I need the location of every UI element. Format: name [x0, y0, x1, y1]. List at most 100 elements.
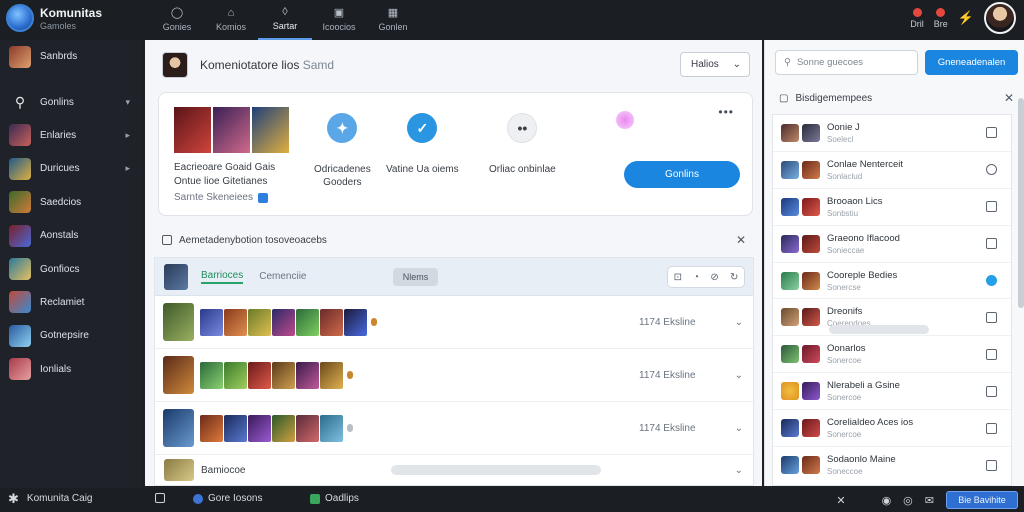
- tab-barrioces[interactable]: Barrioces: [201, 270, 244, 284]
- nav-item-gonies[interactable]: ◯ Gonies: [150, 0, 204, 40]
- game-thumbnail[interactable]: [174, 107, 211, 153]
- bottom-checkbox[interactable]: [155, 493, 165, 503]
- bottom-brand[interactable]: ✱ Komunita Caig: [8, 492, 93, 505]
- featured-label-line2: Ontue lioe Gitetianes: [174, 176, 268, 187]
- primary-action-button[interactable]: Gneneadenalen: [925, 50, 1018, 75]
- lock-icon[interactable]: ⊡: [674, 272, 682, 283]
- page-title-text: Komeniotatore lios: [200, 58, 300, 72]
- sidebar-item-saedcios[interactable]: Saedcios: [0, 186, 142, 219]
- checkbox[interactable]: [986, 311, 997, 323]
- bottom-item-gore[interactable]: Gore Iosons: [193, 493, 262, 504]
- right-panel: ⚲ Sonne guecoes Gneneadenalen ▢ Bisdigeme…: [764, 40, 1024, 486]
- sidebar-item-duricues[interactable]: Duricues ▸: [0, 152, 142, 185]
- search-input[interactable]: ⚲ Sonne guecoes: [775, 50, 918, 75]
- more-icon[interactable]: •••: [718, 105, 734, 119]
- chevron-down-icon[interactable]: ⌄: [735, 317, 743, 328]
- feature-vatine[interactable]: ✓ Vatine Ua oiems: [386, 113, 459, 176]
- list-item[interactable]: Dreonifs Coerendoes: [773, 299, 1011, 337]
- list-item[interactable]: Bamiocoe ⌄: [155, 455, 753, 485]
- list-item[interactable]: Brooaon Lics Sonbstiu: [773, 189, 1011, 226]
- game-thumbnail[interactable]: [252, 107, 289, 153]
- sidebar-item-gotnepsire[interactable]: Gotnepsire: [0, 319, 142, 352]
- settings-icon[interactable]: ◉: [882, 494, 892, 507]
- checkbox[interactable]: [986, 459, 997, 471]
- nav-item-sartar[interactable]: ◊ Sartar: [258, 0, 312, 40]
- scrollbar[interactable]: [1018, 98, 1024, 308]
- item-name: Brooaon Lics: [827, 195, 883, 207]
- refresh-icon[interactable]: ↻: [730, 272, 738, 283]
- list-item[interactable]: Oonarlos Sonercoe: [773, 336, 1011, 374]
- user-avatar[interactable]: [984, 2, 1016, 34]
- nav-item-gonlen[interactable]: ▦ Gonlen: [366, 0, 420, 40]
- tab-cemenciie[interactable]: Cemenciie: [259, 271, 306, 282]
- list-item[interactable]: 1174 Eksline ⌄: [155, 402, 753, 455]
- puzzle-icon: ✦: [327, 113, 358, 143]
- sidebar-item-aonstals[interactable]: Aonstals: [0, 219, 142, 252]
- item-name: Conlae Nenterceit: [827, 158, 904, 170]
- sidebar-item-ionlials[interactable]: Ionlials: [0, 353, 142, 386]
- checkbox[interactable]: [986, 127, 997, 139]
- bottom-action-button[interactable]: Bie Bavihite: [946, 491, 1018, 509]
- close-icon[interactable]: ✕: [836, 494, 845, 507]
- chevron-down-icon[interactable]: ⌄: [735, 370, 743, 381]
- game-thumbnail: [9, 324, 31, 347]
- list-header: Barrioces Cemenciie Nlems ⊡ ◔ ⊘ ↻: [155, 258, 753, 296]
- lightning-icon[interactable]: ⚡: [958, 10, 974, 26]
- checkbox[interactable]: [986, 385, 997, 397]
- join-button[interactable]: Gonlins: [624, 161, 740, 188]
- game-thumbnail: [163, 356, 194, 394]
- list-item[interactable]: 1174 Eksline ⌄: [155, 296, 753, 349]
- close-icon[interactable]: ✕: [736, 233, 746, 247]
- list-item[interactable]: 1174 Eksline ⌄: [155, 349, 753, 402]
- chevron-down-icon[interactable]: ⌄: [735, 465, 743, 476]
- bottom-item-label: Oadlips: [325, 493, 359, 504]
- filter-select[interactable]: Halios ⌄: [680, 52, 750, 77]
- list-item[interactable]: Corelialdeo Aces ios Sonercoe: [773, 410, 1011, 448]
- help-icon[interactable]: ◎: [903, 494, 913, 507]
- messages-button[interactable]: Bre: [934, 7, 948, 29]
- activity-list: Barrioces Cemenciie Nlems ⊡ ◔ ⊘ ↻ 1174 E…: [154, 257, 754, 486]
- bottom-item-oadlips[interactable]: Oadlips: [310, 493, 359, 504]
- sidebar-item-gonlins[interactable]: ⚲ Gonlins ▾: [0, 85, 142, 118]
- sidebar-item-reclamiet[interactable]: Reclamiet: [0, 286, 142, 319]
- sidebar-item-label: Aonstals: [40, 230, 79, 242]
- feature-odricadenes[interactable]: ✦ Odricadenes Gooders: [314, 113, 371, 189]
- chevron-down-icon[interactable]: ⌄: [735, 423, 743, 434]
- item-sub: Sonieccae: [827, 245, 865, 255]
- nav-item-komios[interactable]: ⌂ Komios: [204, 0, 258, 40]
- list-item[interactable]: Cooreple Bedies Sonercse: [773, 263, 1011, 300]
- list-item[interactable]: Graeono Iflacood Sonieccae: [773, 226, 1011, 263]
- shield-icon: ◊: [282, 6, 288, 18]
- radio[interactable]: [986, 164, 997, 176]
- clock-icon[interactable]: ◔: [693, 272, 699, 283]
- sidebar-item-enlaries[interactable]: Enlaries ▸: [0, 119, 142, 152]
- sidebar-item-sanbrds[interactable]: Sanbrds: [0, 40, 142, 73]
- game-thumbnail[interactable]: [213, 107, 250, 153]
- mail-icon[interactable]: ✉: [925, 494, 934, 507]
- list-item[interactable]: Sodaonlo Maine Soneccoe: [773, 447, 1011, 484]
- nav-item-icoocios[interactable]: ▣ Icoocios: [312, 0, 366, 40]
- sidebar-item-label: Gotnepsire: [40, 330, 89, 342]
- sidebar-item-label: Duricues: [40, 163, 80, 175]
- checkbox-checked[interactable]: [986, 275, 997, 286]
- feature-label: Odricadenes Gooders: [314, 163, 371, 189]
- gear-icon: ✱: [8, 491, 19, 506]
- list-item[interactable]: Conlae Nenterceit Sonlaclud: [773, 152, 1011, 189]
- friends-list: Oonie J Soelecl Conlae Nenterceit Sonlaclu…: [772, 114, 1012, 486]
- item-name: Sodaonlo Maine: [827, 454, 896, 466]
- list-item[interactable]: Oonie J Soelecl: [773, 115, 1011, 152]
- brand[interactable]: Komunitas Gamoles: [6, 4, 102, 32]
- feature-orliac[interactable]: •• Orliac onbinlae: [489, 113, 556, 176]
- item-name: Cooreple Bedies: [827, 269, 898, 281]
- item-sub: Sonbstiu: [827, 208, 859, 218]
- share-icon[interactable]: ⊘: [710, 272, 718, 283]
- checkbox[interactable]: [986, 422, 997, 434]
- checkbox[interactable]: [986, 238, 997, 250]
- notifications-button[interactable]: Dril: [910, 7, 924, 29]
- list-item[interactable]: Nlerabeli a Gsine Sonercoe: [773, 373, 1011, 411]
- checkbox[interactable]: [986, 348, 997, 360]
- close-icon[interactable]: ✕: [1004, 91, 1014, 105]
- sidebar-item-gonfiocs[interactable]: Gonfiocs: [0, 252, 142, 285]
- checkbox[interactable]: [986, 201, 997, 213]
- filter-chip[interactable]: Nlems: [393, 268, 438, 286]
